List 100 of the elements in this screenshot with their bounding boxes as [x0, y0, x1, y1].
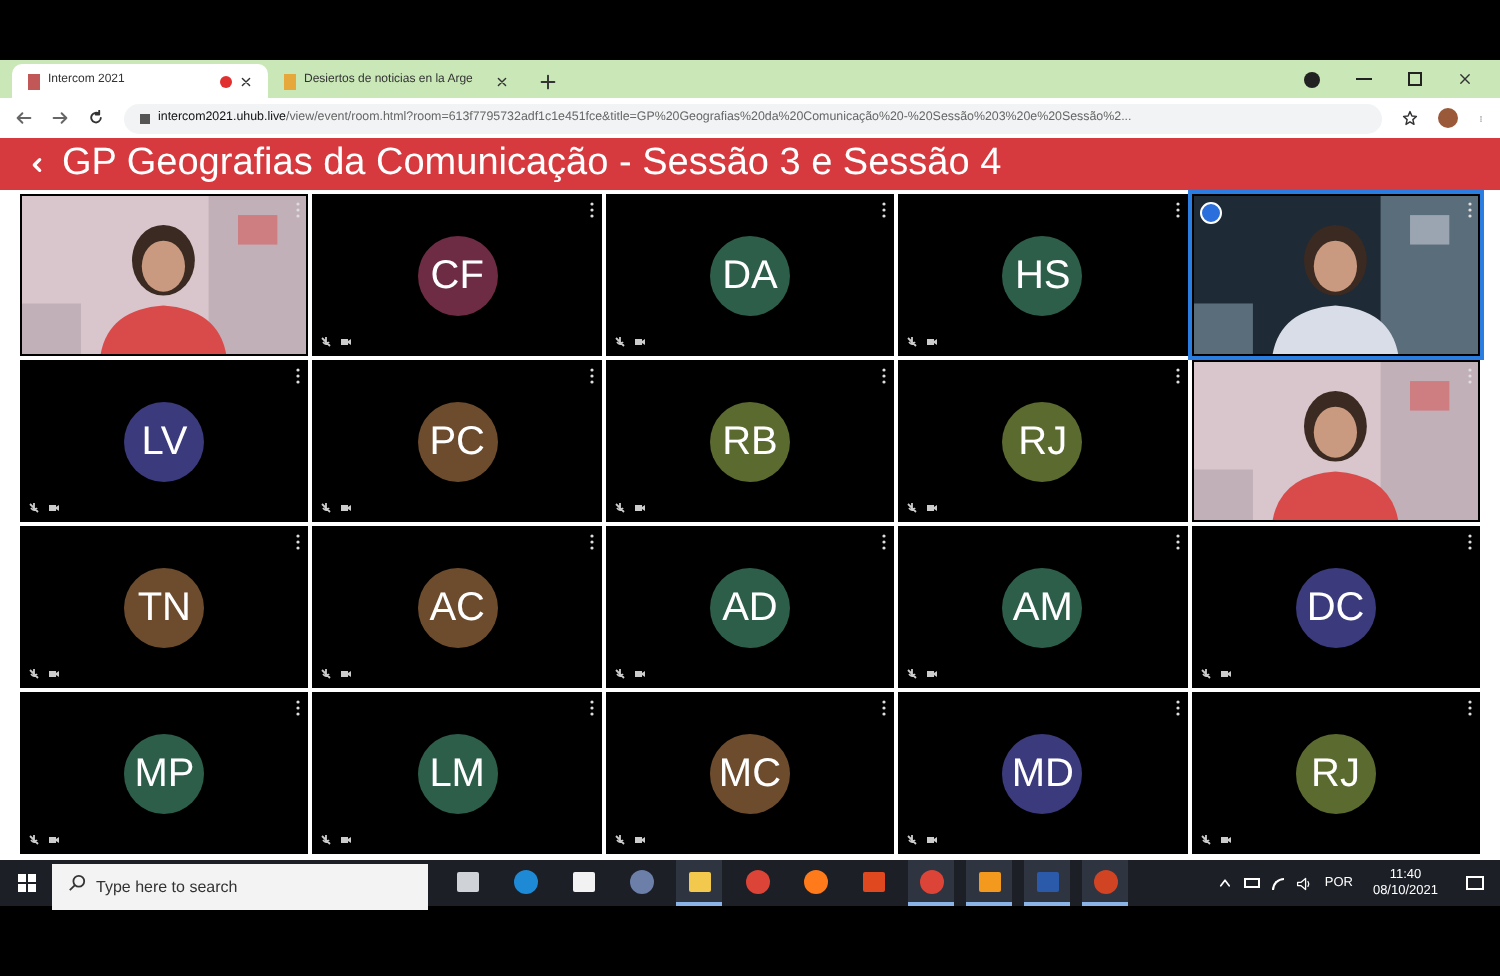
avatar: CF [417, 235, 498, 315]
participant-tile[interactable]: RJ [898, 360, 1188, 522]
participant-tile[interactable]: AD [605, 526, 895, 688]
more-icon[interactable] [1467, 700, 1472, 716]
more-icon[interactable] [296, 700, 301, 716]
participant-tile[interactable]: AC [312, 526, 602, 688]
taskbar-app[interactable] [1024, 860, 1070, 906]
more-icon[interactable] [882, 368, 887, 384]
muted-mic-icon[interactable] [28, 668, 40, 680]
muted-mic-icon[interactable] [613, 834, 626, 846]
participant-tile[interactable]: TN [20, 526, 309, 688]
muted-mic-icon[interactable] [320, 502, 333, 514]
wifi-icon[interactable] [1272, 877, 1285, 889]
camera-icon[interactable] [1219, 834, 1232, 846]
muted-mic-icon[interactable] [1199, 834, 1212, 846]
muted-mic-icon[interactable] [28, 502, 40, 514]
muted-mic-icon[interactable] [613, 336, 626, 348]
participant-tile[interactable]: MP [20, 692, 309, 854]
chevron-up-icon[interactable] [1218, 876, 1233, 890]
more-icon[interactable] [882, 700, 887, 716]
avatar: RB [709, 401, 790, 481]
participant-tile[interactable]: RB [605, 360, 895, 522]
camera-icon[interactable] [926, 336, 939, 348]
more-icon[interactable] [1175, 368, 1180, 384]
taskbar-app[interactable] [1082, 860, 1128, 906]
muted-mic-icon[interactable] [28, 834, 40, 846]
muted-mic-icon[interactable] [1199, 668, 1212, 680]
camera-icon[interactable] [340, 336, 353, 348]
taskbar-app[interactable] [676, 860, 722, 906]
more-icon[interactable] [1175, 700, 1180, 716]
profile-icon[interactable] [1304, 71, 1320, 87]
muted-mic-icon[interactable] [320, 336, 333, 348]
close-icon[interactable] [496, 75, 508, 87]
avatar: RJ [1002, 401, 1083, 481]
more-icon[interactable] [589, 368, 594, 384]
muted-mic-icon[interactable] [613, 668, 626, 680]
forward-icon[interactable] [52, 110, 68, 126]
more-icon[interactable] [1175, 534, 1180, 550]
close-icon[interactable] [240, 75, 252, 87]
lock-icon [140, 113, 150, 123]
camera-icon[interactable] [926, 834, 939, 846]
participant-tile[interactable]: LM [312, 692, 602, 854]
more-icon[interactable] [1175, 202, 1180, 218]
new-tab-icon[interactable] [540, 74, 556, 90]
avatar: DA [709, 235, 790, 315]
participant-tile[interactable]: MD [898, 692, 1188, 854]
more-icon[interactable] [589, 534, 594, 550]
muted-mic-icon[interactable] [906, 336, 919, 348]
more-icon[interactable] [589, 202, 594, 218]
participant-tile[interactable]: PC [312, 360, 602, 522]
app-icon [919, 869, 943, 893]
muted-mic-icon[interactable] [320, 834, 333, 846]
muted-mic-icon[interactable] [906, 502, 919, 514]
camera-icon[interactable] [633, 668, 646, 680]
camera-icon[interactable] [48, 834, 60, 846]
taskbar-app[interactable] [908, 860, 954, 906]
more-icon[interactable] [882, 202, 887, 218]
participant-tile[interactable]: LV [20, 360, 309, 522]
folder-icon [687, 869, 711, 893]
taskbar-app[interactable] [966, 860, 1012, 906]
back-icon[interactable] [16, 110, 32, 126]
participant-tile[interactable]: CF [312, 194, 602, 356]
participant-tile[interactable]: HS [898, 194, 1188, 356]
restore-icon[interactable] [1408, 72, 1422, 86]
muted-mic-icon[interactable] [613, 502, 626, 514]
star-icon[interactable] [1402, 110, 1418, 126]
back-icon[interactable] [28, 155, 46, 173]
reload-icon[interactable] [88, 110, 104, 126]
notification-icon[interactable] [1466, 876, 1484, 890]
camera-icon[interactable] [633, 834, 646, 846]
participant-tile[interactable]: DC [1191, 526, 1480, 688]
participant-tile[interactable]: MC [605, 692, 895, 854]
favicon-icon [28, 73, 40, 89]
search-field[interactable]: Type here to search [52, 864, 428, 910]
muted-mic-icon[interactable] [906, 668, 919, 680]
close-window-icon[interactable] [1458, 72, 1472, 86]
app-icon [571, 869, 595, 893]
muted-mic-icon[interactable] [320, 668, 333, 680]
participant-tile[interactable]: AM [898, 526, 1188, 688]
camera-icon[interactable] [633, 336, 646, 348]
camera-icon[interactable] [340, 668, 353, 680]
more-icon[interactable] [296, 534, 301, 550]
battery-icon[interactable] [1244, 878, 1261, 888]
camera-icon[interactable] [340, 502, 353, 514]
more-icon[interactable] [1467, 534, 1472, 550]
participant-tile[interactable]: RJ [1191, 692, 1480, 854]
camera-icon[interactable] [48, 668, 60, 680]
avatar-icon[interactable] [1438, 108, 1458, 128]
more-icon[interactable] [882, 534, 887, 550]
camera-icon[interactable] [48, 502, 60, 514]
camera-icon[interactable] [340, 834, 353, 846]
camera-icon[interactable] [926, 668, 939, 680]
muted-mic-icon[interactable] [906, 834, 919, 846]
participant-tile[interactable]: DA [605, 194, 895, 356]
camera-icon[interactable] [926, 502, 939, 514]
more-icon[interactable] [589, 700, 594, 716]
avatar: MP [124, 733, 205, 813]
camera-icon[interactable] [1219, 668, 1232, 680]
camera-icon[interactable] [633, 502, 646, 514]
more-icon[interactable] [296, 368, 301, 384]
